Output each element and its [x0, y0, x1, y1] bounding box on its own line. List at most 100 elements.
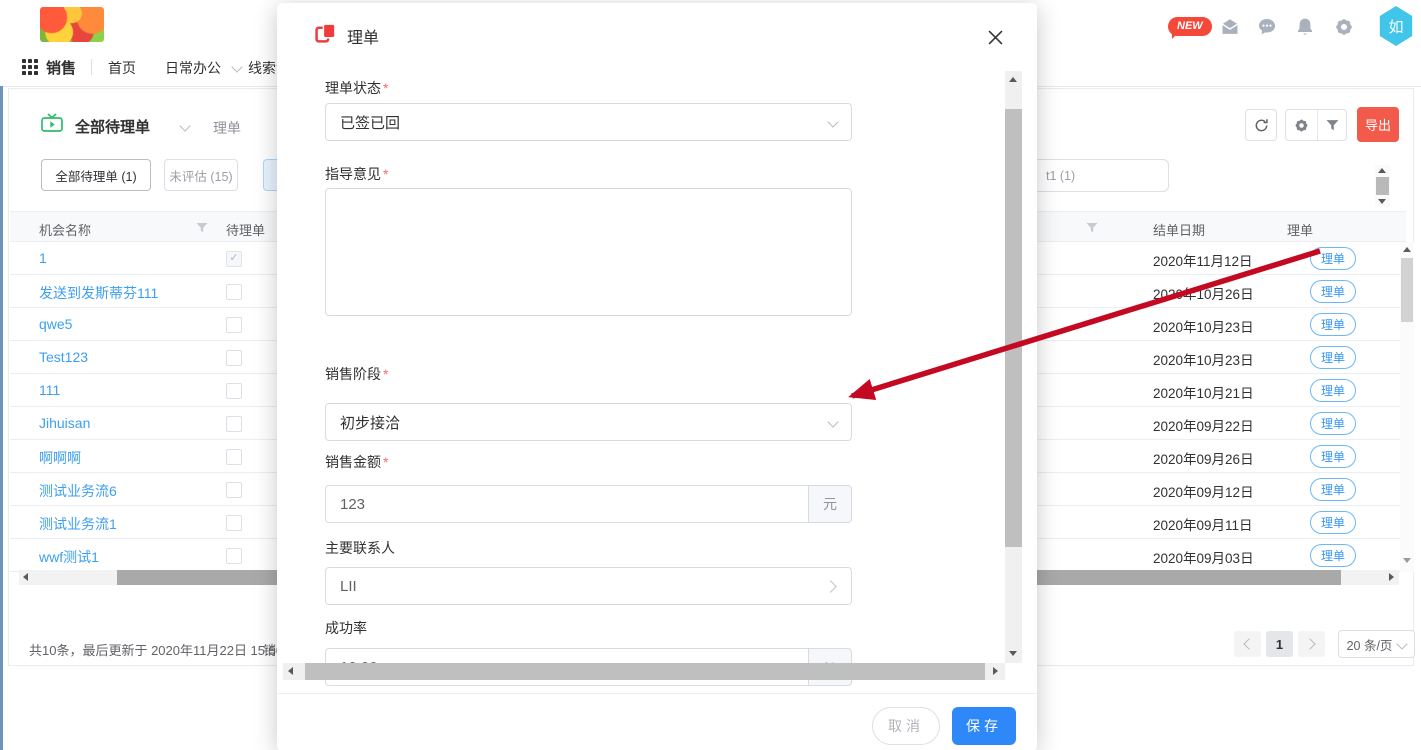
chip-t1[interactable]: t1 (1)	[1021, 159, 1169, 192]
row-action-button[interactable]: 理单	[1310, 412, 1356, 435]
stage-select-value: 初步接洽	[340, 412, 400, 433]
nav-module-name[interactable]: 销售	[46, 57, 76, 78]
scroll-left-arrow-icon[interactable]	[288, 667, 293, 675]
nav-item-daily-office[interactable]: 日常办公	[165, 58, 241, 78]
modal-vscrollbar-thumb[interactable]	[1005, 109, 1022, 547]
amount-input[interactable]	[325, 485, 808, 523]
field-label-guidance: 指导意见*	[325, 164, 388, 184]
row-action-button[interactable]: 理单	[1310, 445, 1356, 468]
row-action-button[interactable]: 理单	[1310, 280, 1356, 303]
view-tv-icon	[41, 113, 63, 133]
pending-checkbox[interactable]	[226, 350, 242, 366]
opportunity-link[interactable]: Test123	[39, 349, 88, 365]
status-select[interactable]: 已签已回	[325, 103, 852, 141]
close-date: 2020年10月23日	[1153, 316, 1254, 336]
chip-all-pending[interactable]: 全部待理单 (1)	[41, 159, 151, 191]
screen: NEW 如 销售 首页 日常办公 线索	[0, 0, 1421, 750]
scroll-down-arrow-icon[interactable]	[1378, 199, 1386, 204]
row-action-button[interactable]: 理单	[1310, 379, 1356, 402]
scroll-up-arrow-icon[interactable]	[1403, 247, 1411, 252]
amount-unit: 元	[808, 485, 852, 523]
opportunity-link[interactable]: 发送到发斯蒂芬111	[39, 283, 158, 303]
view-title[interactable]: 全部待理单	[75, 116, 150, 137]
nav-item-home[interactable]: 首页	[108, 58, 136, 78]
view-title-caret-icon[interactable]	[179, 120, 190, 131]
chips-scrollbar[interactable]	[1375, 165, 1390, 207]
opportunity-link[interactable]: 测试业务流1	[39, 514, 117, 534]
guidance-textarea[interactable]	[325, 188, 852, 316]
chip-not-evaluated[interactable]: 未评估 (15)	[164, 159, 238, 191]
scroll-down-arrow-icon[interactable]	[1009, 651, 1017, 656]
opportunity-link[interactable]: Jihuisan	[39, 415, 90, 431]
chevron-down-icon	[827, 416, 838, 427]
close-date: 2020年11月12日	[1153, 250, 1253, 270]
clipped-summary-text: 销	[263, 640, 276, 659]
opportunity-link[interactable]: 测试业务流6	[39, 481, 117, 501]
opportunity-link[interactable]: wwf测试1	[39, 547, 99, 567]
chips-scrollbar-thumb[interactable]	[1376, 177, 1389, 195]
opportunity-link[interactable]: qwe5	[39, 316, 72, 332]
cancel-button[interactable]: 取消	[872, 707, 940, 745]
stage-select[interactable]: 初步接洽	[325, 403, 852, 441]
mail-icon[interactable]	[1220, 17, 1240, 37]
nav-item-daily-label: 日常办公	[165, 60, 221, 76]
pending-checkbox[interactable]	[226, 515, 242, 531]
pending-checkbox[interactable]	[226, 449, 242, 465]
modal-hscrollbar-thumb[interactable]	[305, 663, 985, 680]
row-action-button[interactable]: 理单	[1310, 478, 1356, 501]
user-avatar[interactable]: 如	[1378, 6, 1414, 46]
company-logo[interactable]	[40, 7, 104, 42]
pending-checkbox[interactable]: ✓	[226, 251, 242, 267]
table-vertical-scrollbar[interactable]	[1400, 242, 1414, 572]
col-header-pending: 待理单	[226, 220, 265, 239]
field-label-stage: 销售阶段*	[325, 364, 388, 384]
page-size-select[interactable]: 20 条/页	[1338, 630, 1415, 658]
apps-grid-icon[interactable]	[22, 59, 38, 75]
export-button[interactable]: 导出	[1357, 107, 1399, 142]
filter-funnel-icon[interactable]	[196, 222, 208, 234]
nav-divider	[91, 59, 92, 75]
opportunity-link[interactable]: 1	[39, 250, 47, 266]
filter-funnel-icon[interactable]	[1326, 119, 1339, 132]
modal-close-button[interactable]	[983, 25, 1007, 49]
row-action-button[interactable]: 理单	[1310, 511, 1356, 534]
checkbox-check-icon: ✓	[229, 252, 238, 264]
table-settings-button-group[interactable]	[1285, 109, 1347, 141]
modal-vertical-scrollbar[interactable]	[1005, 71, 1022, 663]
scroll-left-arrow-icon[interactable]	[23, 573, 28, 581]
row-action-button[interactable]: 理单	[1310, 346, 1356, 369]
gear-icon[interactable]	[1334, 17, 1354, 37]
modal-horizontal-scrollbar[interactable]	[283, 663, 1005, 680]
close-date: 2020年09月12日	[1153, 481, 1254, 501]
pending-checkbox[interactable]	[226, 383, 242, 399]
column-gear-icon[interactable]	[1294, 118, 1309, 133]
pending-checkbox[interactable]	[226, 416, 242, 432]
bell-icon[interactable]	[1295, 17, 1315, 37]
close-date: 2020年09月11日	[1153, 514, 1253, 534]
prev-page-button[interactable]	[1234, 631, 1261, 657]
pending-checkbox[interactable]	[226, 548, 242, 564]
row-action-button[interactable]: 理单	[1310, 247, 1356, 270]
scroll-right-arrow-icon[interactable]	[993, 667, 998, 675]
filter-funnel-icon[interactable]	[1086, 222, 1098, 234]
close-x-icon	[988, 30, 1003, 45]
status-select-value: 已签已回	[340, 112, 400, 133]
table-vscrollbar-thumb[interactable]	[1401, 258, 1413, 322]
row-action-button[interactable]: 理单	[1310, 313, 1356, 336]
opportunity-link[interactable]: 111	[39, 382, 60, 398]
current-page[interactable]: 1	[1266, 631, 1293, 657]
contact-select[interactable]: LII	[325, 567, 852, 605]
scroll-up-arrow-icon[interactable]	[1378, 168, 1386, 173]
scroll-down-arrow-icon[interactable]	[1403, 558, 1411, 563]
refresh-button[interactable]	[1245, 109, 1277, 141]
chat-icon[interactable]	[1257, 17, 1277, 37]
pending-checkbox[interactable]	[226, 284, 242, 300]
scroll-right-arrow-icon[interactable]	[1389, 573, 1394, 581]
scroll-up-arrow-icon[interactable]	[1009, 77, 1017, 82]
pending-checkbox[interactable]	[226, 482, 242, 498]
save-button[interactable]: 保存	[952, 707, 1016, 745]
row-action-button[interactable]: 理单	[1310, 544, 1356, 567]
opportunity-link[interactable]: 啊啊啊	[39, 448, 81, 468]
next-page-button[interactable]	[1298, 631, 1325, 657]
pending-checkbox[interactable]	[226, 317, 242, 333]
